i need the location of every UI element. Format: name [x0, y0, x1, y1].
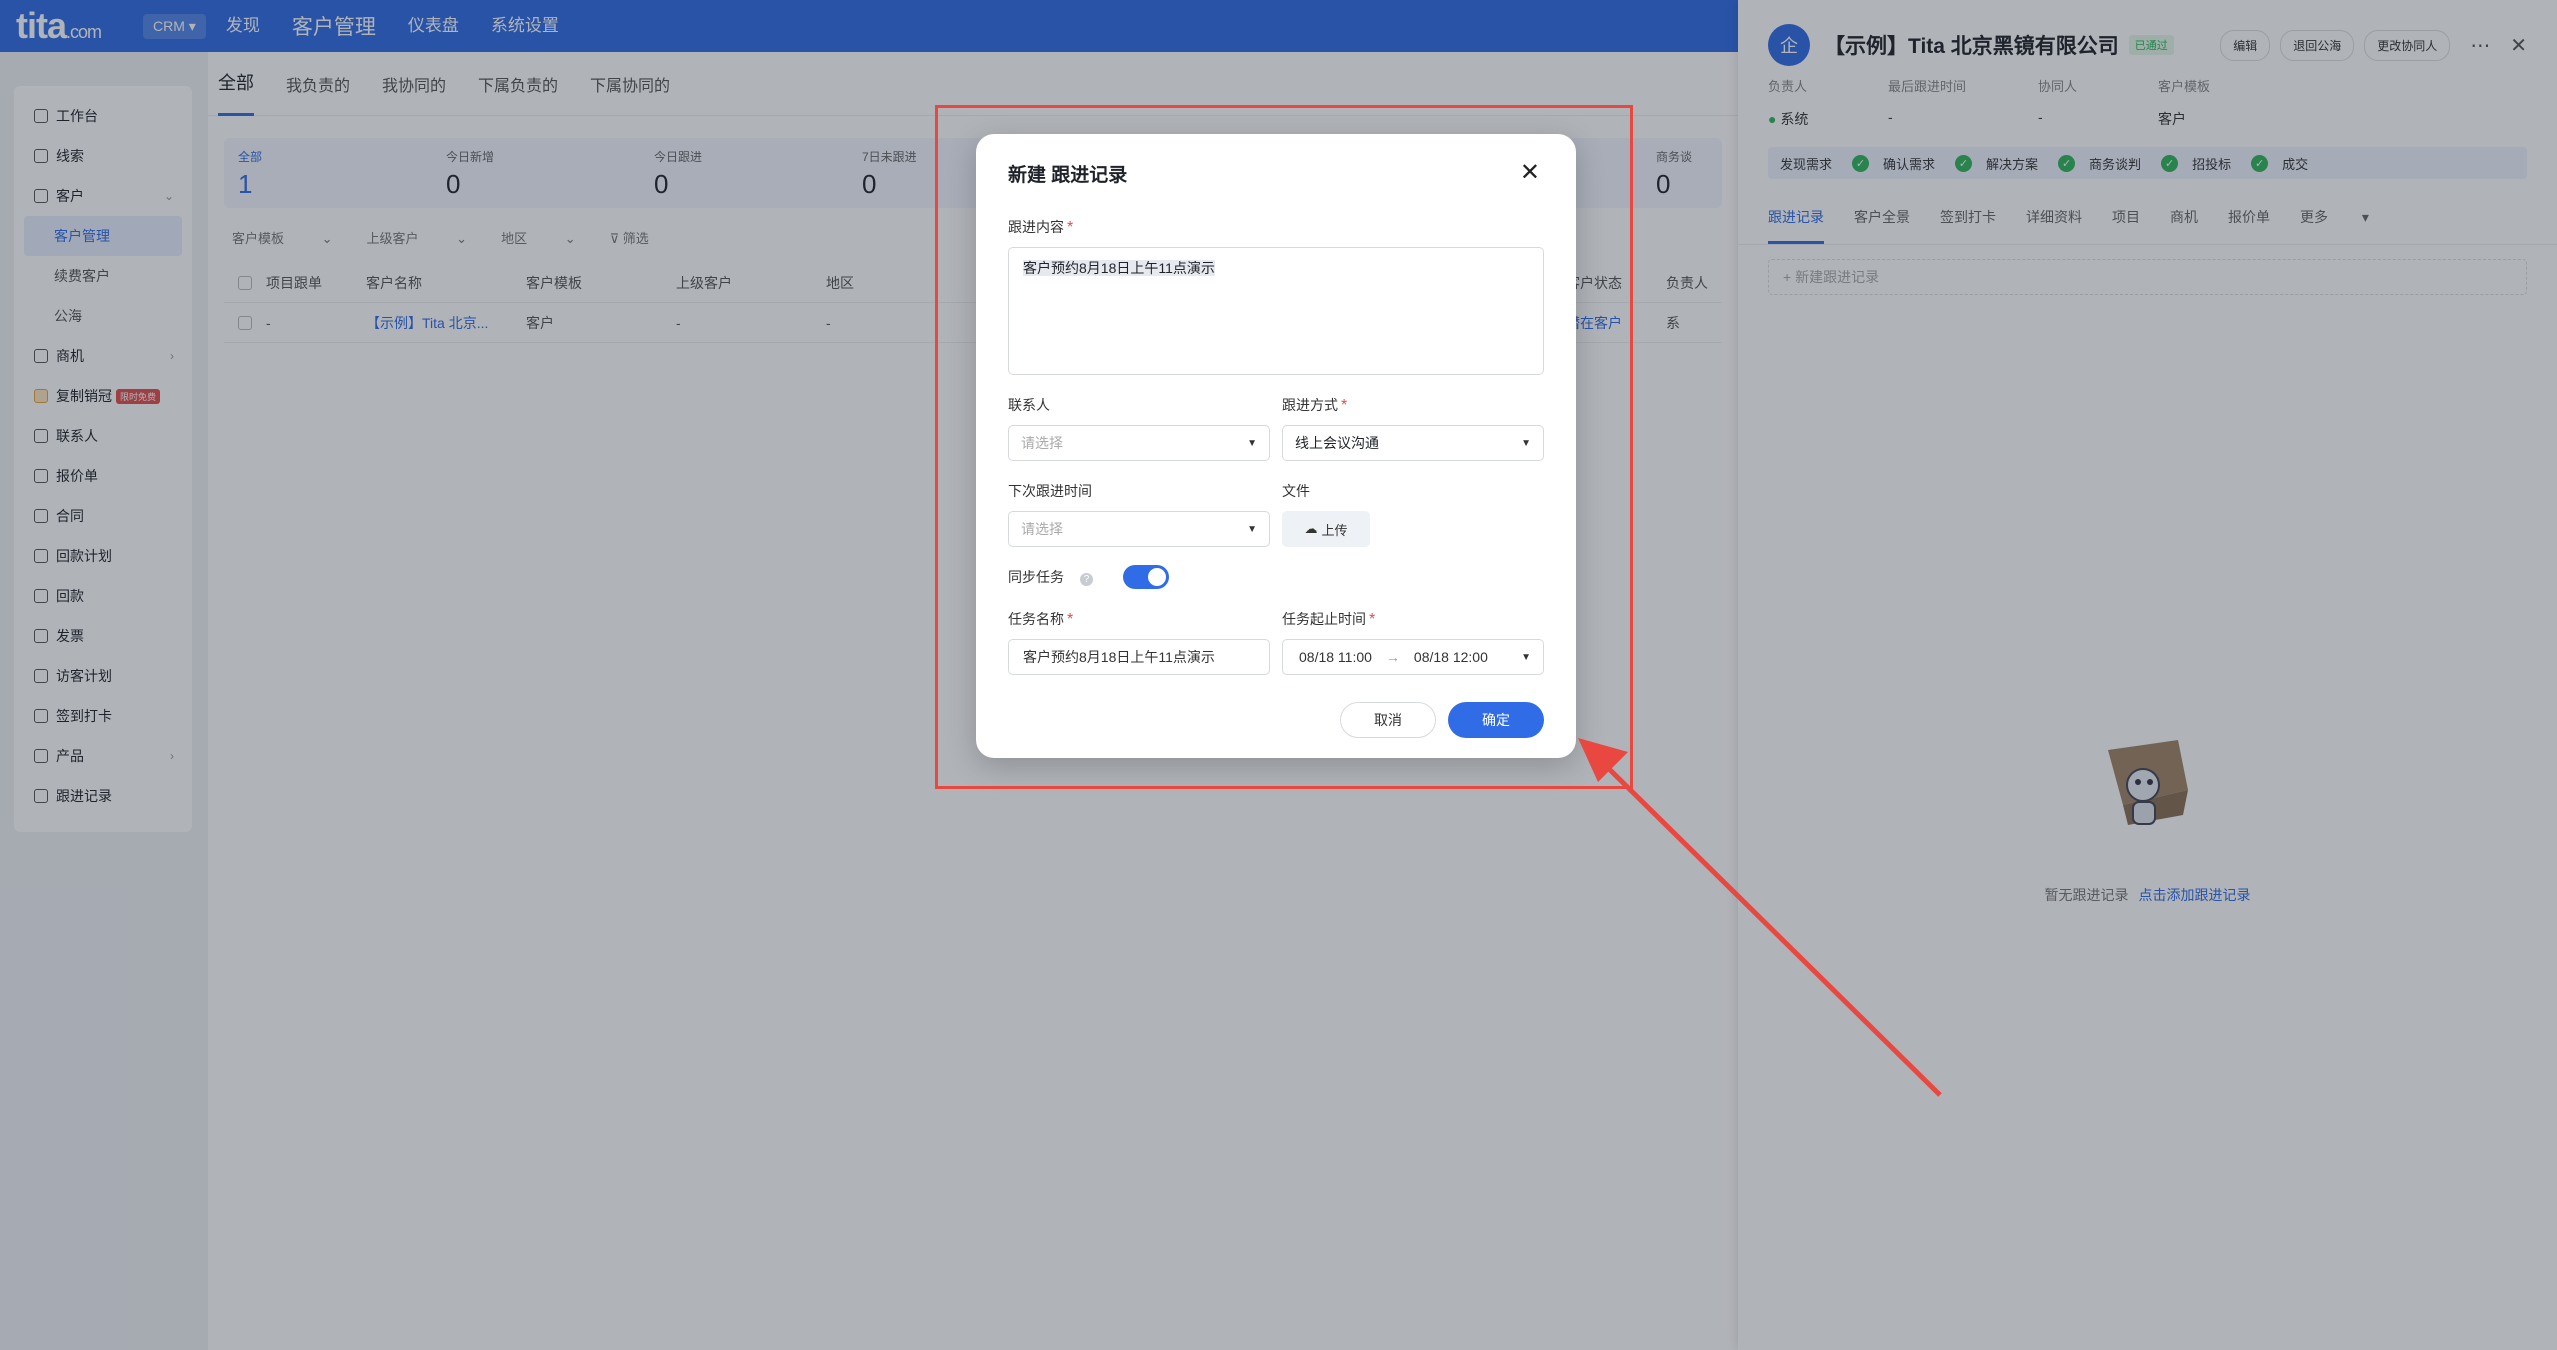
annotation-arrow [1578, 738, 1942, 1097]
